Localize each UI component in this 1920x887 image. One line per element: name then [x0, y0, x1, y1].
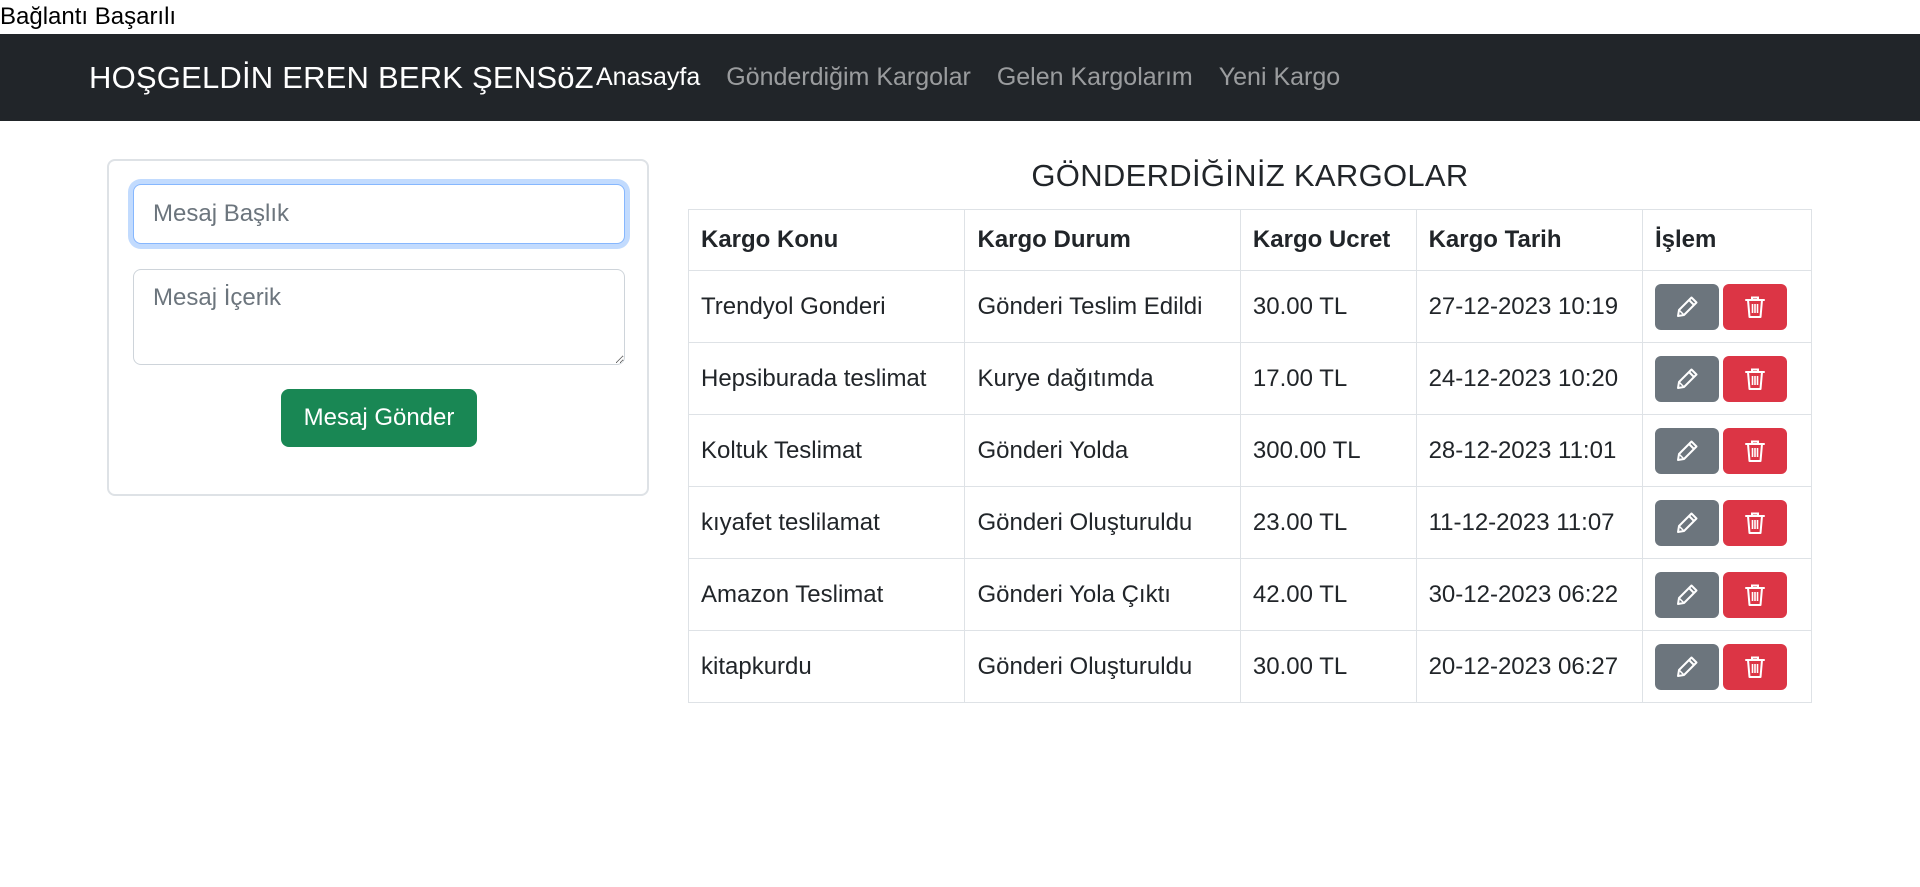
cell-ucret: 17.00 TL: [1239, 342, 1417, 415]
cell-konu: Amazon Teslimat: [687, 558, 966, 631]
cell-durum: Gönderi Yola Çıktı: [964, 558, 1241, 631]
cell-durum: Kurye dağıtımda: [964, 342, 1241, 415]
nav-links: Anasayfa Gönderdiğim Kargolar Gelen Karg…: [596, 63, 1340, 92]
edit-button[interactable]: [1655, 499, 1719, 546]
table-row: kıyafet teslilamat Gönderi Oluşturuldu 2…: [687, 486, 1812, 559]
cargo-table-body: Trendyol Gonderi Gönderi Teslim Edildi 3…: [687, 270, 1812, 703]
edit-button[interactable]: [1655, 571, 1719, 618]
trash-icon: [1745, 512, 1765, 534]
cell-konu: kitapkurdu: [687, 630, 966, 703]
cell-konu: Trendyol Gonderi: [687, 270, 966, 343]
trash-icon: [1745, 368, 1765, 390]
navbar-brand[interactable]: HOŞGELDİN EREN BERK ŞENSöZ: [89, 60, 594, 96]
cell-tarih: 28-12-2023 11:01: [1415, 414, 1644, 487]
column-header-islem: İşlem: [1642, 209, 1812, 271]
edit-button[interactable]: [1655, 283, 1719, 330]
cell-konu: kıyafet teslilamat: [687, 486, 966, 559]
cell-actions: [1642, 630, 1812, 703]
pen-icon: [1677, 656, 1698, 677]
cell-tarih: 24-12-2023 10:20: [1415, 342, 1644, 415]
column-header-durum: Kargo Durum: [964, 209, 1241, 271]
pen-icon: [1677, 296, 1698, 317]
top-navbar: HOŞGELDİN EREN BERK ŞENSöZ Anasayfa Gönd…: [0, 34, 1920, 121]
nav-link-home[interactable]: Anasayfa: [596, 63, 700, 92]
trash-icon: [1745, 656, 1765, 678]
delete-button[interactable]: [1723, 283, 1787, 330]
cell-ucret: 30.00 TL: [1239, 270, 1417, 343]
cell-durum: Gönderi Yolda: [964, 414, 1241, 487]
send-message-button[interactable]: Mesaj Gönder: [281, 389, 477, 447]
trash-icon: [1745, 584, 1765, 606]
column-header-konu: Kargo Konu: [687, 209, 966, 271]
table-title: GÖNDERDİĞİNİZ KARGOLAR: [1031, 158, 1469, 193]
cell-durum: Gönderi Teslim Edildi: [964, 270, 1241, 343]
pen-icon: [1677, 584, 1698, 605]
cell-tarih: 11-12-2023 11:07: [1415, 486, 1644, 559]
nav-link-incoming-cargos[interactable]: Gelen Kargolarım: [997, 63, 1193, 92]
cell-konu: Koltuk Teslimat: [687, 414, 966, 487]
table-row: Trendyol Gonderi Gönderi Teslim Edildi 3…: [687, 270, 1812, 343]
delete-button[interactable]: [1723, 499, 1787, 546]
table-row: kitapkurdu Gönderi Oluşturuldu 30.00 TL …: [687, 630, 1812, 703]
cargo-table: Kargo Konu Kargo Durum Kargo Ucret Kargo…: [687, 209, 1812, 703]
connection-status-text: Bağlantı Başarılı: [0, 3, 177, 30]
table-header-row: Kargo Konu Kargo Durum Kargo Ucret Kargo…: [687, 209, 1812, 271]
pen-icon: [1677, 368, 1698, 389]
edit-button[interactable]: [1655, 427, 1719, 474]
delete-button[interactable]: [1723, 643, 1787, 690]
cell-tarih: 30-12-2023 06:22: [1415, 558, 1644, 631]
edit-button[interactable]: [1655, 355, 1719, 402]
table-row: Koltuk Teslimat Gönderi Yolda 300.00 TL …: [687, 414, 1812, 487]
cell-durum: Gönderi Oluşturuldu: [964, 630, 1241, 703]
table-row: Hepsiburada teslimat Kurye dağıtımda 17.…: [687, 342, 1812, 415]
pen-icon: [1677, 440, 1698, 461]
cell-actions: [1642, 270, 1812, 343]
cell-ucret: 300.00 TL: [1239, 414, 1417, 487]
cell-ucret: 30.00 TL: [1239, 630, 1417, 703]
cell-ucret: 23.00 TL: [1239, 486, 1417, 559]
edit-button[interactable]: [1655, 643, 1719, 690]
trash-icon: [1745, 440, 1765, 462]
column-header-ucret: Kargo Ucret: [1239, 209, 1417, 271]
delete-button[interactable]: [1723, 571, 1787, 618]
trash-icon: [1745, 296, 1765, 318]
cell-actions: [1642, 414, 1812, 487]
cell-actions: [1642, 342, 1812, 415]
table-row: Amazon Teslimat Gönderi Yola Çıktı 42.00…: [687, 558, 1812, 631]
message-form-card: Mesaj Gönder: [107, 159, 649, 496]
message-title-input[interactable]: [133, 184, 625, 244]
cell-ucret: 42.00 TL: [1239, 558, 1417, 631]
pen-icon: [1677, 512, 1698, 533]
cell-durum: Gönderi Oluşturuldu: [964, 486, 1241, 559]
cell-konu: Hepsiburada teslimat: [687, 342, 966, 415]
nav-link-new-cargo[interactable]: Yeni Kargo: [1219, 63, 1340, 92]
delete-button[interactable]: [1723, 355, 1787, 402]
cell-actions: [1642, 558, 1812, 631]
column-header-tarih: Kargo Tarih: [1415, 209, 1644, 271]
nav-link-sent-cargos[interactable]: Gönderdiğim Kargolar: [726, 63, 971, 92]
cell-actions: [1642, 486, 1812, 559]
message-body-input[interactable]: [133, 269, 625, 365]
cell-tarih: 20-12-2023 06:27: [1415, 630, 1644, 703]
delete-button[interactable]: [1723, 427, 1787, 474]
cell-tarih: 27-12-2023 10:19: [1415, 270, 1644, 343]
